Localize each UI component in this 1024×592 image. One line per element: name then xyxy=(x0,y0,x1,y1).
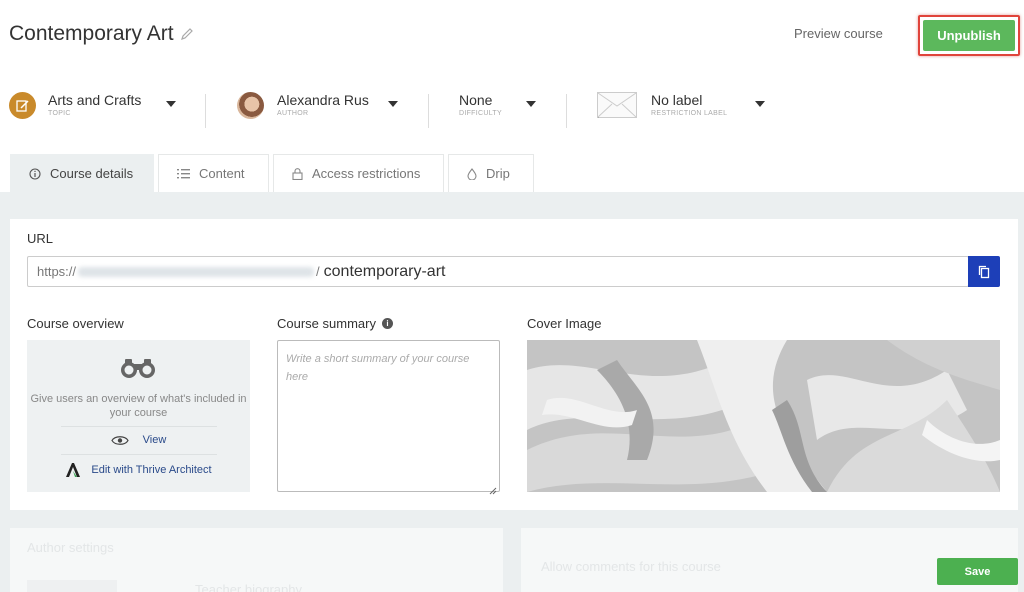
allow-comments-label: Allow comments for this course xyxy=(541,559,721,574)
author-selector[interactable]: Alexandra Rus AUTHOR xyxy=(237,92,398,119)
chevron-down-icon xyxy=(388,101,398,107)
restriction-value: No label xyxy=(651,92,703,108)
view-overview-link[interactable]: View xyxy=(27,434,250,446)
drop-icon xyxy=(467,167,477,180)
list-icon xyxy=(177,168,190,179)
tab-content[interactable]: Content xyxy=(158,154,269,192)
topic-value: Arts and Crafts xyxy=(48,92,142,108)
difficulty-value: None xyxy=(459,92,493,108)
difficulty-sublabel: DIFFICULTY xyxy=(459,110,502,117)
eye-icon xyxy=(110,435,129,446)
binoculars-icon xyxy=(119,358,157,383)
chevron-down-icon xyxy=(166,101,176,107)
topic-sublabel: TOPIC xyxy=(48,110,71,117)
divider xyxy=(61,454,217,455)
info-icon[interactable]: i xyxy=(381,318,393,329)
author-value: Alexandra Rus xyxy=(277,92,369,108)
copy-icon xyxy=(978,265,990,279)
tab-label: Content xyxy=(199,166,245,181)
resize-handle-icon[interactable] xyxy=(489,482,497,500)
author-image-placeholder xyxy=(27,580,117,592)
copy-url-button[interactable] xyxy=(968,256,1000,287)
tab-drip[interactable]: Drip xyxy=(448,154,534,192)
topic-icon xyxy=(9,92,36,119)
edit-thrive-architect-link[interactable]: Edit with Thrive Architect xyxy=(27,462,250,478)
unpublish-highlight: Unpublish xyxy=(918,15,1020,56)
course-summary-label: Course summary xyxy=(277,316,376,331)
divider xyxy=(566,94,567,128)
url-label: URL xyxy=(27,231,54,246)
author-settings-label: Author settings xyxy=(27,540,114,555)
pencil-icon[interactable] xyxy=(180,27,194,41)
topic-selector[interactable]: Arts and Crafts TOPIC xyxy=(9,92,176,119)
restriction-label-selector[interactable]: No label RESTRICTION LABEL xyxy=(597,92,765,118)
divider xyxy=(61,426,217,427)
url-field[interactable]: https:// / contemporary-art xyxy=(27,256,969,287)
info-icon xyxy=(29,167,41,180)
tab-bar: Course details Content Access restrictio… xyxy=(10,154,538,192)
url-slash: / xyxy=(316,264,320,279)
chevron-down-icon xyxy=(755,101,765,107)
course-overview-label: Course overview xyxy=(27,316,124,331)
tab-label: Course details xyxy=(50,166,134,181)
cover-image-label: Cover Image xyxy=(527,316,602,331)
tab-access-restrictions[interactable]: Access restrictions xyxy=(273,154,444,192)
label-icon xyxy=(597,92,637,118)
tab-label: Drip xyxy=(486,166,510,181)
author-sublabel: AUTHOR xyxy=(277,110,309,117)
chevron-down-icon xyxy=(526,101,536,107)
course-overview-box: Give users an overview of what's include… xyxy=(27,340,250,492)
difficulty-selector[interactable]: None DIFFICULTY xyxy=(459,92,536,117)
tab-label: Access restrictions xyxy=(312,166,421,181)
overview-description: Give users an overview of what's include… xyxy=(30,393,247,419)
divider xyxy=(205,94,206,128)
url-slug[interactable]: contemporary-art xyxy=(324,263,446,281)
course-title: Contemporary Art xyxy=(9,22,174,45)
view-label: View xyxy=(142,434,167,446)
url-prefix: https:// xyxy=(37,264,77,279)
url-domain-blurred xyxy=(78,266,315,277)
save-button[interactable]: Save xyxy=(937,558,1018,585)
preview-course-link[interactable]: Preview course xyxy=(794,26,883,41)
tab-course-details[interactable]: Course details xyxy=(10,154,154,192)
course-summary-heading: Course summary i xyxy=(277,316,393,331)
avatar xyxy=(237,92,264,119)
edit-label: Edit with Thrive Architect xyxy=(91,464,212,476)
page-title: Contemporary Art xyxy=(9,22,194,46)
teacher-biography-label: Teacher biography xyxy=(195,582,302,592)
cover-image[interactable] xyxy=(527,340,1000,492)
course-summary-textarea[interactable] xyxy=(277,340,500,492)
unpublish-button[interactable]: Unpublish xyxy=(923,20,1015,51)
thrive-architect-icon xyxy=(65,462,81,478)
lock-icon xyxy=(292,167,303,180)
divider xyxy=(428,94,429,128)
restriction-sublabel: RESTRICTION LABEL xyxy=(651,110,728,117)
